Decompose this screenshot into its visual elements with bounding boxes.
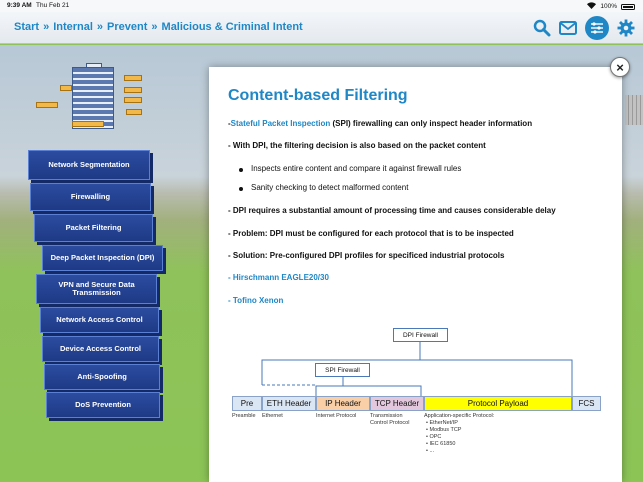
segment-eth-header: ETH Header — [262, 396, 316, 411]
payload-protocol-text: OPC — [429, 434, 442, 440]
caption-internet-protocol: Internet Protocol — [316, 413, 357, 419]
dpi-firewall-label: DPI Firewall — [393, 328, 448, 342]
payload-protocol-item: • IEC 61850 — [426, 441, 456, 447]
segment-fcs: FCS — [572, 396, 601, 411]
payload-protocol-item: • OPC — [426, 434, 442, 440]
caption-ethernet: Ethernet — [262, 413, 283, 419]
payload-protocol-text: ... — [429, 448, 435, 454]
payload-protocol-item: • ... — [426, 448, 435, 454]
segment-tcp-header: TCP Header — [370, 396, 424, 411]
segment-ip-header: IP Header — [316, 396, 370, 411]
caption-application-protocol: Application-specific Protocol: — [424, 413, 495, 419]
payload-protocol-item: • Modbus TCP — [426, 427, 462, 433]
payload-protocol-text: Modbus TCP — [429, 427, 462, 433]
caption-transmission-control: Transmission Control Protocol — [370, 413, 410, 426]
payload-protocol-item: • EtherNet/IP — [426, 420, 458, 426]
payload-protocol-text: EtherNet/IP — [429, 420, 458, 426]
caption-preamble: Preamble — [232, 413, 256, 419]
spi-firewall-label: SPI Firewall — [315, 363, 370, 377]
payload-protocol-text: IEC 61850 — [429, 441, 456, 447]
segment-protocol-payload: Protocol Payload — [424, 396, 572, 411]
segment-pre: Pre — [232, 396, 262, 411]
